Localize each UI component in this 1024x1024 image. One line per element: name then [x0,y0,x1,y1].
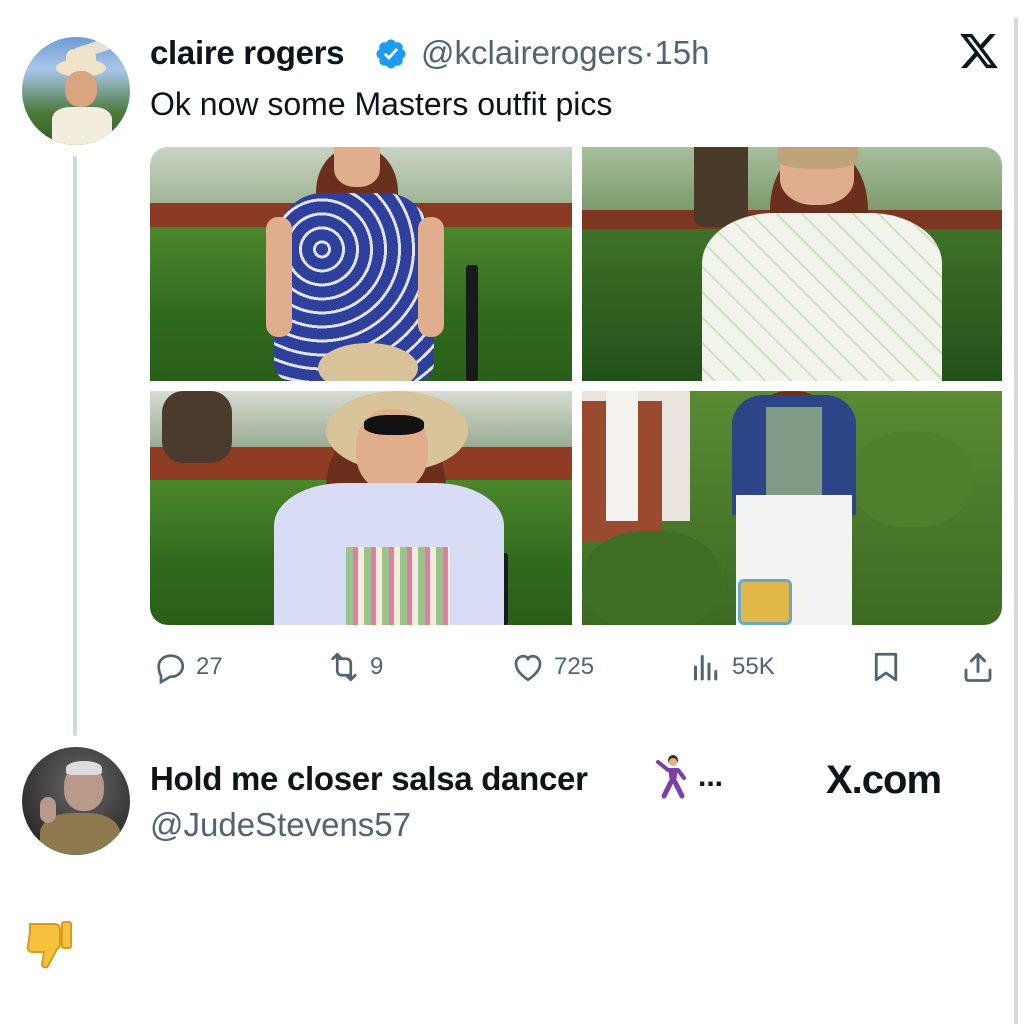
thumbs-down-emoji-icon [26,921,72,969]
tweet-action-bar: 27 9 725 55K [150,644,1002,690]
reply-author-handle[interactable]: @JudeStevens57 [150,806,411,844]
photo-4[interactable] [582,391,1002,625]
reply-button[interactable]: 27 [152,644,223,690]
photo-3[interactable] [150,391,572,625]
reply-count: 27 [196,653,223,680]
avatar-claire-rogers[interactable] [22,37,130,145]
share-icon [964,652,992,682]
avatar-jude-stevens[interactable] [22,747,130,855]
like-button[interactable]: 725 [510,644,594,690]
like-count: 725 [554,653,595,680]
separator: · [643,34,655,71]
thread-line [73,156,77,736]
photo-2[interactable] [582,147,1002,381]
reply-icon [157,654,185,685]
x-logo-icon [960,33,998,69]
verified-badge-icon [376,39,406,69]
reply-author-name[interactable]: Hold me closer salsa dancer [150,760,588,798]
timestamp[interactable]: 15h [654,34,709,71]
bookmark-button[interactable] [868,644,904,690]
dancer-emoji-icon [656,755,686,799]
views-count: 55K [732,653,775,680]
right-edge-border [1014,18,1018,1024]
views-chart-icon [694,655,718,681]
heart-icon [514,654,542,682]
retweet-button[interactable]: 9 [326,644,383,690]
share-button[interactable] [960,644,996,690]
author-handle-time[interactable]: @kclairerogers·15h [421,34,709,72]
tweet-text: Ok now some Masters outfit pics [150,86,613,122]
author-handle[interactable]: @kclairerogers [421,34,643,71]
media-grid [150,147,1002,625]
photo-1[interactable] [150,147,572,381]
author-name[interactable]: claire rogers [150,34,345,72]
retweet-icon [331,652,357,682]
name-ellipsis: ... [698,760,724,793]
views-button[interactable]: 55K [688,644,775,690]
bookmark-icon [874,652,898,682]
x-com-watermark: X.com [826,758,942,802]
retweet-count: 9 [370,653,384,680]
